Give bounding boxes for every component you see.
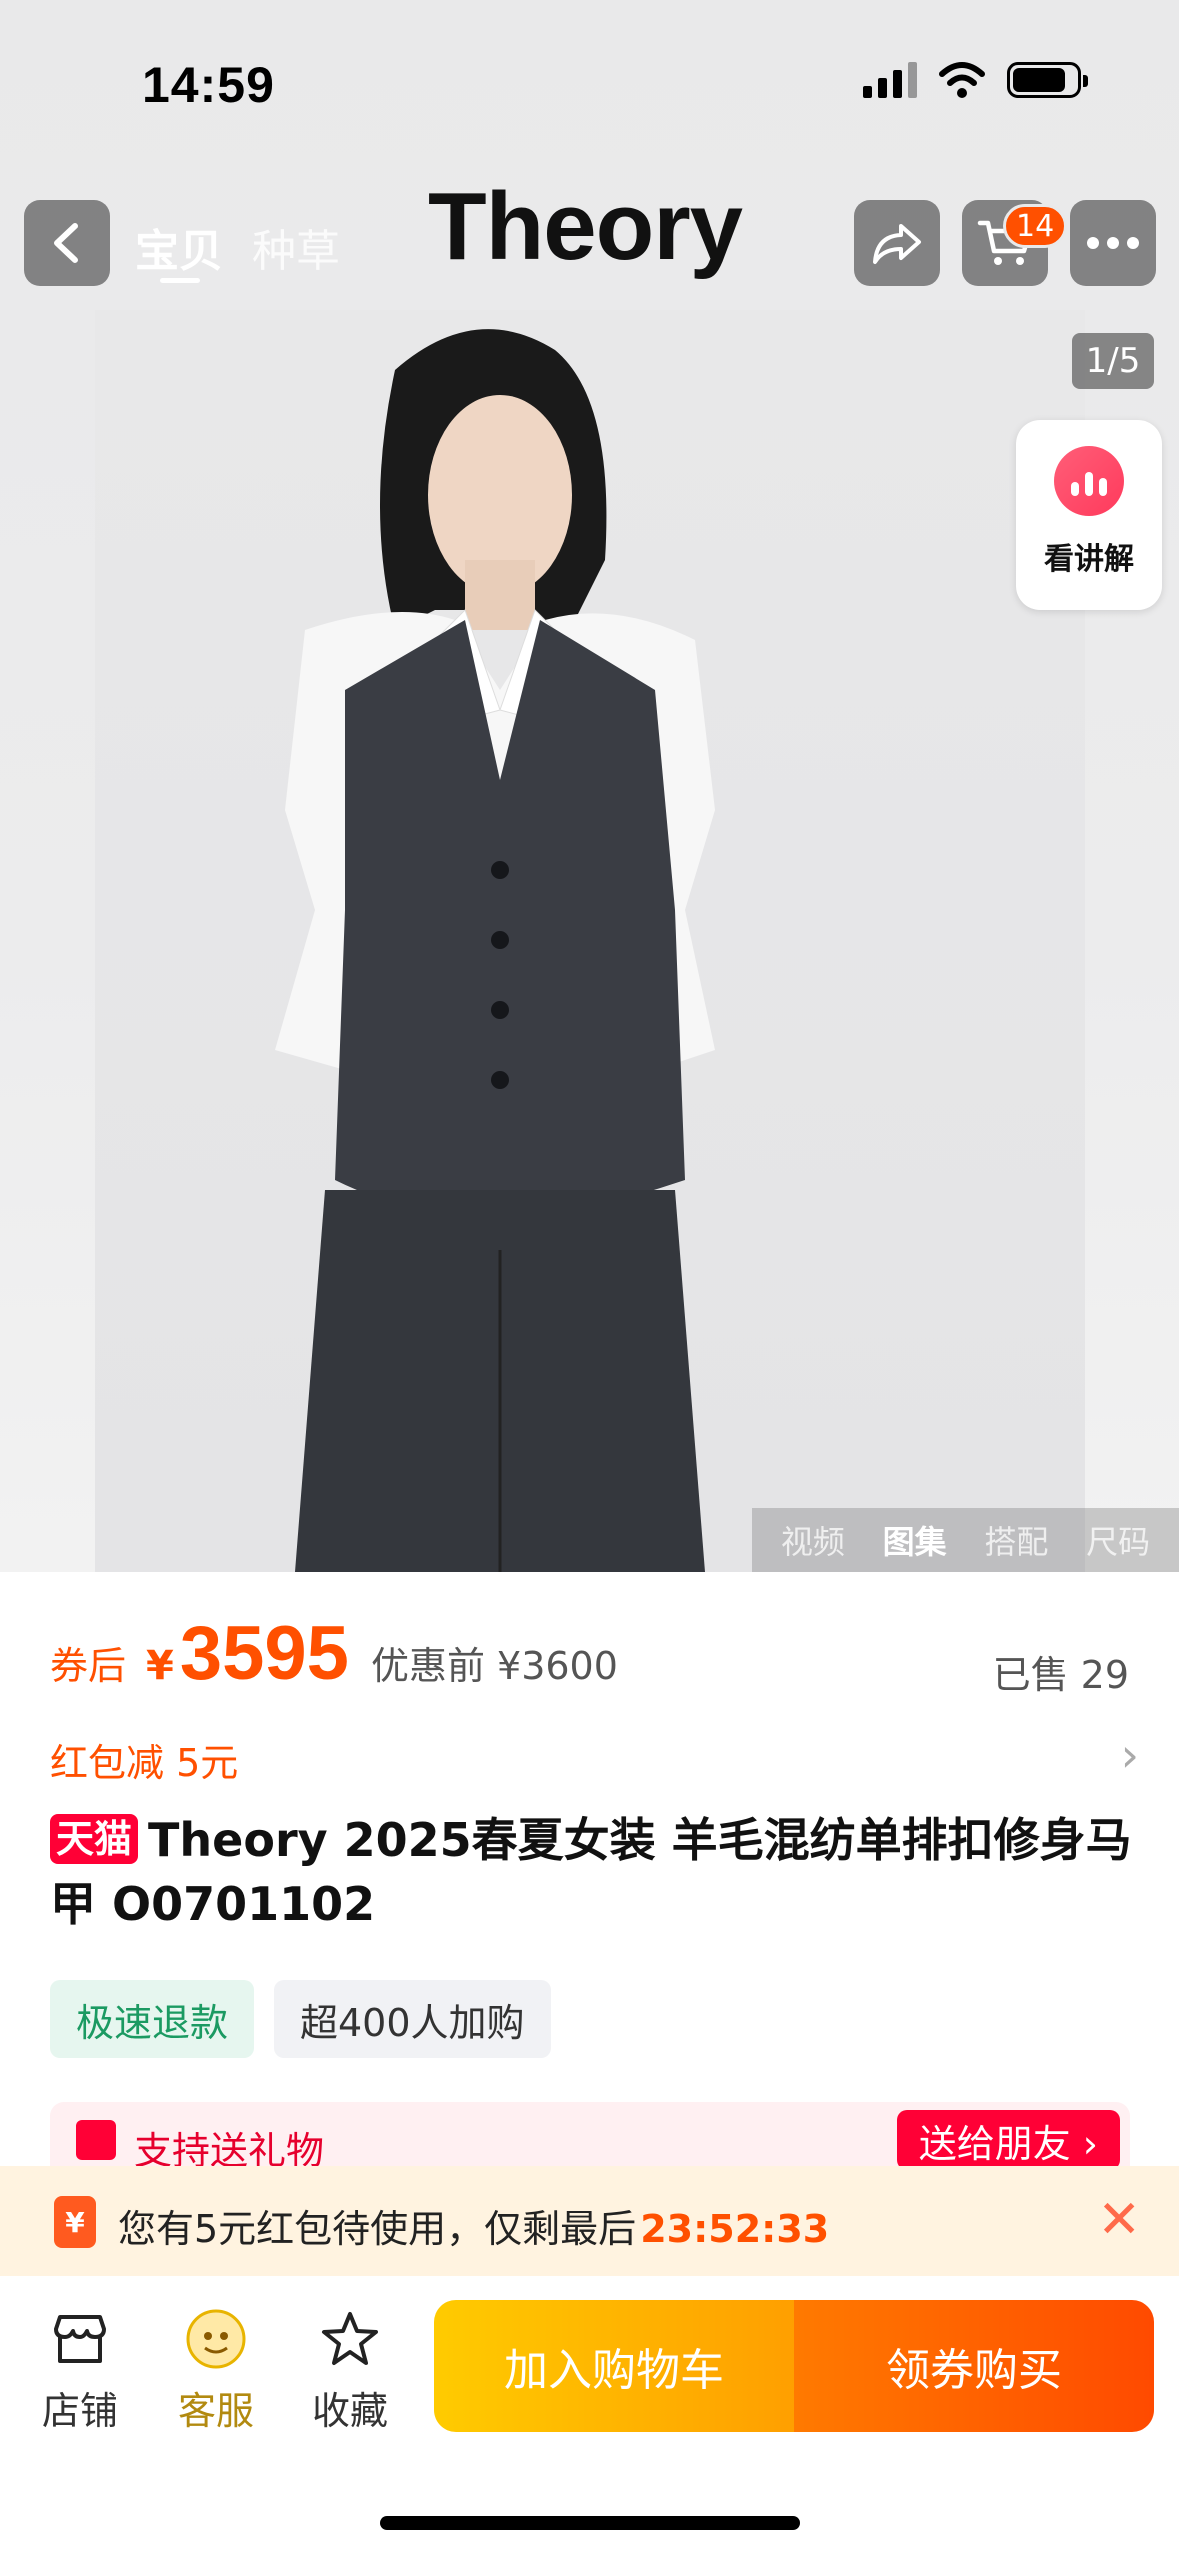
tab-recommend[interactable]: 种草: [252, 215, 340, 279]
explain-button[interactable]: 看讲解: [1016, 420, 1162, 610]
coupon-text: 您有5元红包待使用，仅剩最后 23:52:33: [118, 2198, 829, 2253]
more-button[interactable]: [1070, 200, 1156, 286]
send-to-friend-button[interactable]: 送给朋友 ›: [896, 2110, 1120, 2170]
coupon-reminder-bar[interactable]: ¥ 您有5元红包待使用，仅剩最后 23:52:33 ✕: [0, 2166, 1179, 2276]
red-packet-promo[interactable]: 红包减 5元: [50, 1732, 238, 1787]
service-icon: [186, 2309, 246, 2369]
media-tab-outfit[interactable]: 搭配: [984, 1517, 1048, 1563]
back-button[interactable]: [24, 200, 110, 286]
active-tab-underline: [160, 278, 200, 283]
home-indicator: [380, 2516, 800, 2530]
add-to-cart-button[interactable]: 加入购物车: [434, 2300, 794, 2432]
gift-icon: [76, 2120, 116, 2160]
coupon-icon: ¥: [54, 2196, 96, 2248]
battery-icon: [1007, 62, 1088, 98]
image-counter: 1/5: [1072, 333, 1154, 389]
share-icon: [873, 224, 921, 264]
price-currency: ¥: [146, 1643, 174, 1689]
store-button[interactable]: 店铺: [30, 2304, 130, 2435]
price-before-discount: 优惠前 ¥3600: [370, 1644, 618, 1688]
media-tabs: 视频 图集 搭配 尺码: [752, 1508, 1179, 1572]
coupon-message: 您有5元红包待使用，仅剩最后: [118, 2207, 637, 2251]
explain-icon: [1054, 446, 1124, 516]
customer-service-button[interactable]: 客服: [166, 2304, 266, 2435]
back-icon: [54, 223, 78, 263]
media-tab-gallery[interactable]: 图集: [883, 1517, 947, 1563]
price-row: 券后 ¥ 3595 优惠前 ¥3600: [50, 1610, 1130, 1697]
explain-label: 看讲解: [1044, 542, 1134, 577]
product-image-gallery[interactable]: 14:59 宝贝 种草 Theory 14 1/5 看讲解 视频 图集 搭配 尺…: [0, 0, 1179, 1572]
status-icons: [863, 62, 1088, 98]
sold-count: 已售 29: [992, 1653, 1129, 1697]
media-tab-size[interactable]: 尺码: [1086, 1517, 1150, 1563]
price-value: 3595: [179, 1611, 349, 1696]
brand-logo[interactable]: Theory: [428, 172, 743, 282]
share-button[interactable]: [854, 200, 940, 286]
product-title: 天猫 Theory 2025春夏女装 羊毛混纺单排扣修身马甲 O0701102: [50, 1808, 1140, 1936]
fast-refund-tag: 极速退款: [50, 1980, 255, 2058]
bottom-action-bar: 店铺 客服 收藏 加入购物车 领券购买: [0, 2276, 1179, 2556]
status-time: 14:59: [142, 57, 275, 113]
favorite-label: 收藏: [311, 2389, 388, 2433]
tmall-badge: 天猫: [50, 1814, 139, 1864]
favorite-button[interactable]: 收藏: [300, 2304, 400, 2435]
product-photo[interactable]: [95, 310, 1085, 1572]
cellular-signal-icon: [863, 62, 917, 98]
buyers-tag: 超400人加购: [274, 1980, 551, 2058]
service-label: 客服: [177, 2389, 254, 2433]
more-icon: [1087, 237, 1139, 249]
close-icon[interactable]: ✕: [1097, 2190, 1141, 2250]
store-icon: [54, 2315, 106, 2363]
wifi-icon: [939, 62, 985, 98]
star-icon: [322, 2312, 378, 2365]
cart-count-badge: 14: [1003, 204, 1068, 248]
media-tab-video[interactable]: 视频: [781, 1517, 845, 1563]
buy-with-coupon-button[interactable]: 领券购买: [794, 2300, 1154, 2432]
price-prefix: 券后: [50, 1644, 127, 1688]
store-label: 店铺: [41, 2389, 118, 2433]
tab-product[interactable]: 宝贝: [135, 215, 223, 279]
product-title-text: Theory 2025春夏女装 羊毛混纺单排扣修身马甲 O0701102: [50, 1813, 1132, 1931]
chevron-right-icon[interactable]: ›: [1121, 1728, 1139, 1782]
model-illustration: [275, 329, 715, 1572]
coupon-timer: 23:52:33: [640, 2207, 830, 2251]
